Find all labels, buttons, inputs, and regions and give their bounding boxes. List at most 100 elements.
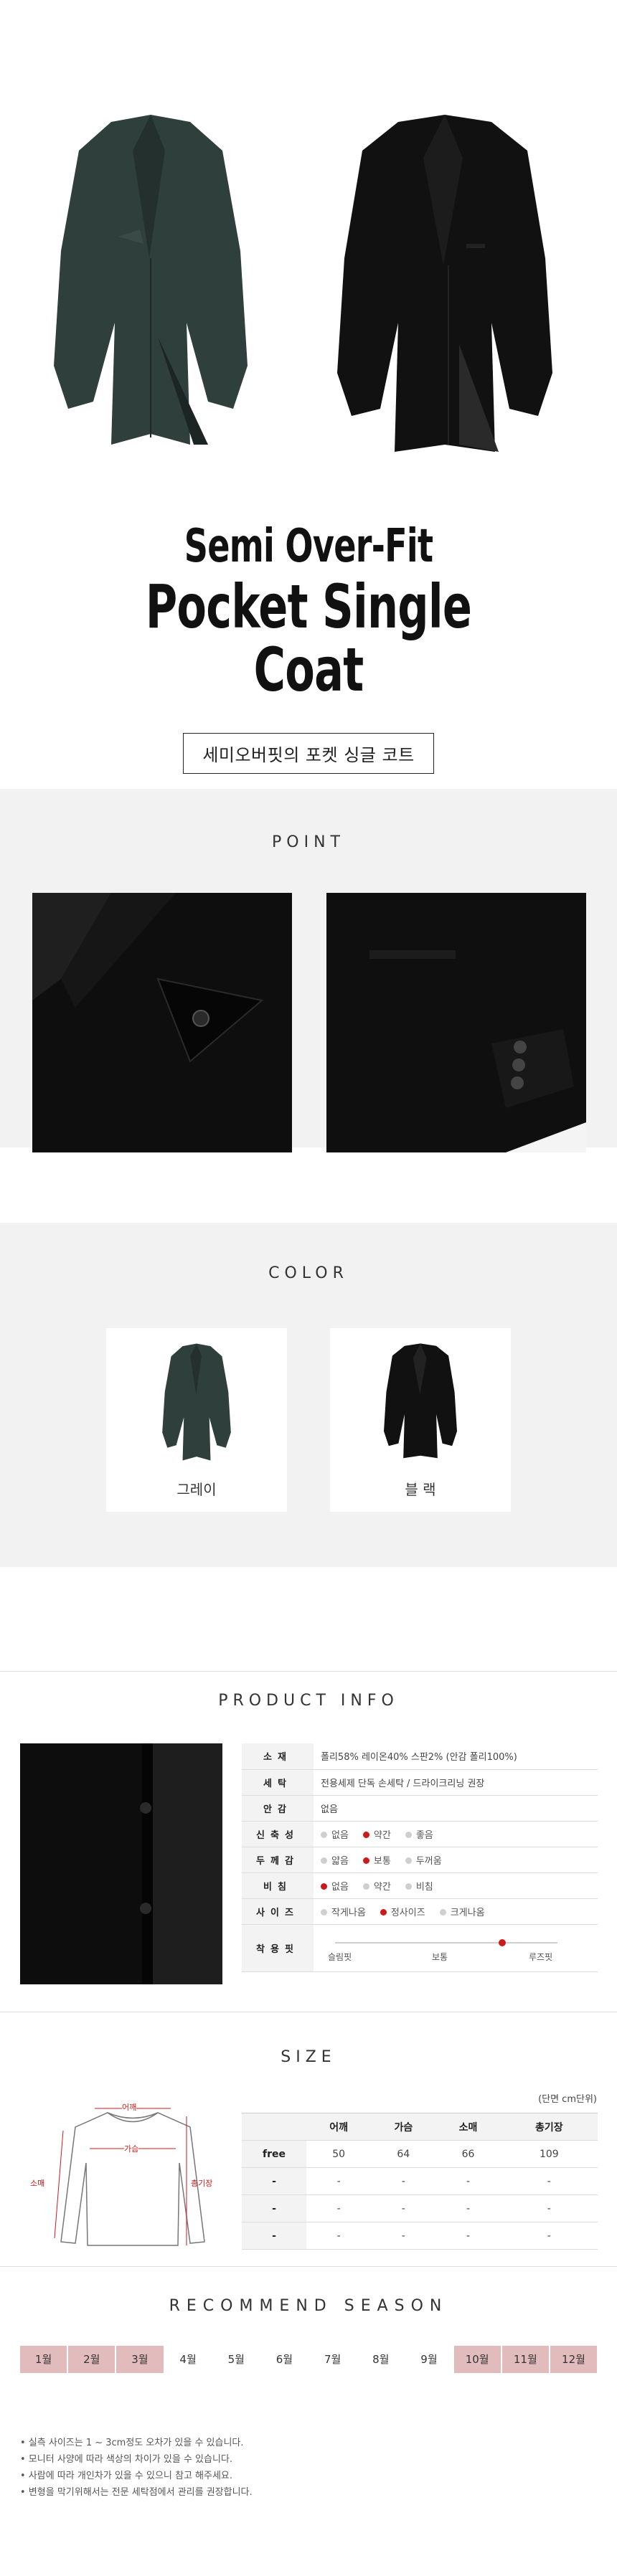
- option-label: 없음: [331, 1829, 349, 1841]
- option-label: 좋음: [415, 1829, 433, 1841]
- info-row-fit: 착용핏 슬림핏 보통 루즈핏: [242, 1924, 598, 1972]
- month-cell: 7월: [309, 2346, 357, 2373]
- month-cell: 12월: [550, 2346, 598, 2373]
- size-cell: -: [306, 2167, 372, 2195]
- sleeve-detail-image: [326, 893, 586, 1152]
- size-header-cell: 소매: [435, 2113, 501, 2141]
- fit-scale-line: [335, 1942, 557, 1943]
- size-header-cell: [242, 2113, 306, 2141]
- month-cell: 4월: [164, 2346, 212, 2373]
- option-item: 약간: [362, 1827, 391, 1841]
- color-swatch-black[interactable]: 블 랙: [330, 1328, 511, 1512]
- info-row-sizing: 사이즈 작게나옴 정사이즈 크게나옴: [242, 1898, 598, 1925]
- size-cell: -: [306, 2194, 372, 2222]
- option-item: 좋음: [405, 1827, 433, 1841]
- point-section: POINT: [0, 789, 617, 1152]
- option-item: 없음: [321, 1827, 349, 1841]
- info-row-sheerness: 비침 없음 약간 비침: [242, 1872, 598, 1899]
- size-header-cell: 총기장: [500, 2113, 598, 2141]
- info-row-stretch: 신축성 없음 약간 좋음: [242, 1821, 598, 1847]
- hero-section: Semi Over-Fit Pocket Single Coat 세미오버핏의 …: [0, 0, 617, 775]
- info-key: 안감: [242, 1795, 314, 1822]
- diagram-label-sleeve: 소매: [30, 2179, 45, 2188]
- size-cell: -: [500, 2167, 598, 2195]
- size-cell: 64: [371, 2140, 436, 2168]
- size-table: 어깨 가슴 소매 총기장 free 50 64 66 109- - - - - - - - - - - - - - -: [242, 2113, 598, 2250]
- size-row: -----: [242, 2194, 598, 2222]
- product-info-table: 소재 폴리58% 레이온40% 스판2% (안감 폴리100%) 세탁 전용세제…: [242, 1743, 598, 1972]
- size-row: -----: [242, 2167, 598, 2195]
- option-item: 크게나옴: [439, 1905, 485, 1918]
- month-cell: 8월: [357, 2346, 405, 2373]
- note-line: • 실측 사이즈는 1 ~ 3cm정도 오차가 있을 수 있습니다.: [20, 2438, 244, 2448]
- option-label: 비침: [415, 1881, 433, 1893]
- diagram-label-chest: 가슴: [124, 2143, 139, 2154]
- size-cell: 50: [306, 2140, 372, 2168]
- month-cell: 6월: [260, 2346, 308, 2373]
- info-key: 두께감: [242, 1847, 314, 1873]
- dot-icon: [405, 1831, 412, 1838]
- size-cell: -: [435, 2167, 501, 2195]
- month-cell: 11월: [501, 2346, 549, 2373]
- option-item: 보통: [362, 1853, 391, 1867]
- selected-dot-icon: [380, 1908, 387, 1916]
- selected-dot-icon: [362, 1857, 369, 1864]
- size-row: free 50 64 66 109: [242, 2140, 598, 2168]
- option-label: 두꺼움: [415, 1855, 442, 1867]
- option-item: 없음: [321, 1879, 349, 1893]
- option-label: 약간: [373, 1881, 391, 1893]
- month-cell: 3월: [116, 2346, 164, 2373]
- dot-icon: [405, 1857, 412, 1864]
- size-cell: -: [242, 2194, 306, 2222]
- month-cell: 5월: [212, 2346, 260, 2373]
- size-cell: -: [371, 2194, 436, 2222]
- size-cell: -: [435, 2194, 501, 2222]
- fit-label-slim: 슬림핏: [328, 1952, 352, 1962]
- month-cell: 1월: [20, 2346, 67, 2373]
- option-group: 없음 약간 좋음: [314, 1821, 598, 1847]
- option-label: 정사이즈: [390, 1907, 425, 1918]
- title-line-2: Pocket Single Coat: [145, 572, 472, 706]
- size-cell: -: [242, 2167, 306, 2195]
- info-row-washing: 세탁 전용세제 단독 손세탁 / 드라이크리닝 권장: [242, 1769, 598, 1796]
- note-line: • 모니터 사양에 따라 색상의 차이가 있을 수 있습니다.: [20, 2454, 233, 2465]
- size-cell: free: [242, 2140, 306, 2168]
- pocket-detail-image: [32, 893, 292, 1152]
- color-swatch-gray[interactable]: 그레이: [106, 1328, 287, 1512]
- dot-icon: [439, 1908, 446, 1916]
- option-item: 작게나옴: [321, 1905, 366, 1918]
- option-group: 작게나옴 정사이즈 크게나옴: [314, 1898, 598, 1925]
- gray-coat-image: [43, 108, 258, 452]
- size-cell: -: [306, 2222, 372, 2250]
- month-cell: 10월: [453, 2346, 501, 2373]
- info-row-lining: 안감 없음: [242, 1795, 598, 1822]
- info-row-thickness: 두께감 얇음 보통 두꺼움: [242, 1847, 598, 1873]
- option-item: 두꺼움: [405, 1853, 442, 1867]
- option-label: 보통: [373, 1855, 391, 1867]
- month-cell: 2월: [68, 2346, 116, 2373]
- info-key: 비침: [242, 1872, 314, 1899]
- product-detail-page: Semi Over-Fit Pocket Single Coat 세미오버핏의 …: [0, 0, 617, 2498]
- fit-label-loose: 루즈핏: [529, 1952, 553, 1962]
- note-line: • 변형을 막기위해서는 전문 세탁점에서 관리를 권장합니다.: [20, 2487, 253, 2498]
- size-cell: -: [500, 2222, 598, 2250]
- care-notes: • 실측 사이즈는 1 ~ 3cm정도 오차가 있을 수 있습니다. • 모니터 …: [20, 2435, 594, 2501]
- size-cell: -: [500, 2194, 598, 2222]
- size-row: -----: [242, 2222, 598, 2250]
- fit-label-regular: 보통: [432, 1952, 448, 1962]
- color-heading: COLOR: [268, 1264, 349, 1282]
- size-cell: 66: [435, 2140, 501, 2168]
- option-label: 작게나옴: [331, 1907, 366, 1918]
- option-label: 없음: [331, 1881, 349, 1893]
- size-cell: -: [242, 2222, 306, 2250]
- size-cell: -: [371, 2222, 436, 2250]
- info-key: 착용핏: [242, 1924, 314, 1972]
- diagram-label-shoulder: 어깨: [122, 2101, 137, 2113]
- option-group: 없음 약간 비침: [314, 1872, 598, 1899]
- info-key: 신축성: [242, 1821, 314, 1847]
- size-section: SIZE (단면 cm단위) 어깨 가슴 소매 총기장 어깨 가슴 소매 총기장 fre…: [0, 2012, 617, 2284]
- note-line: • 사람에 따라 개인차가 있을 수 있으니 참고 해주세요.: [20, 2471, 233, 2481]
- dot-icon: [321, 1831, 327, 1838]
- color-label-gray: 그레이: [176, 1481, 217, 1498]
- option-item: 비침: [405, 1879, 433, 1893]
